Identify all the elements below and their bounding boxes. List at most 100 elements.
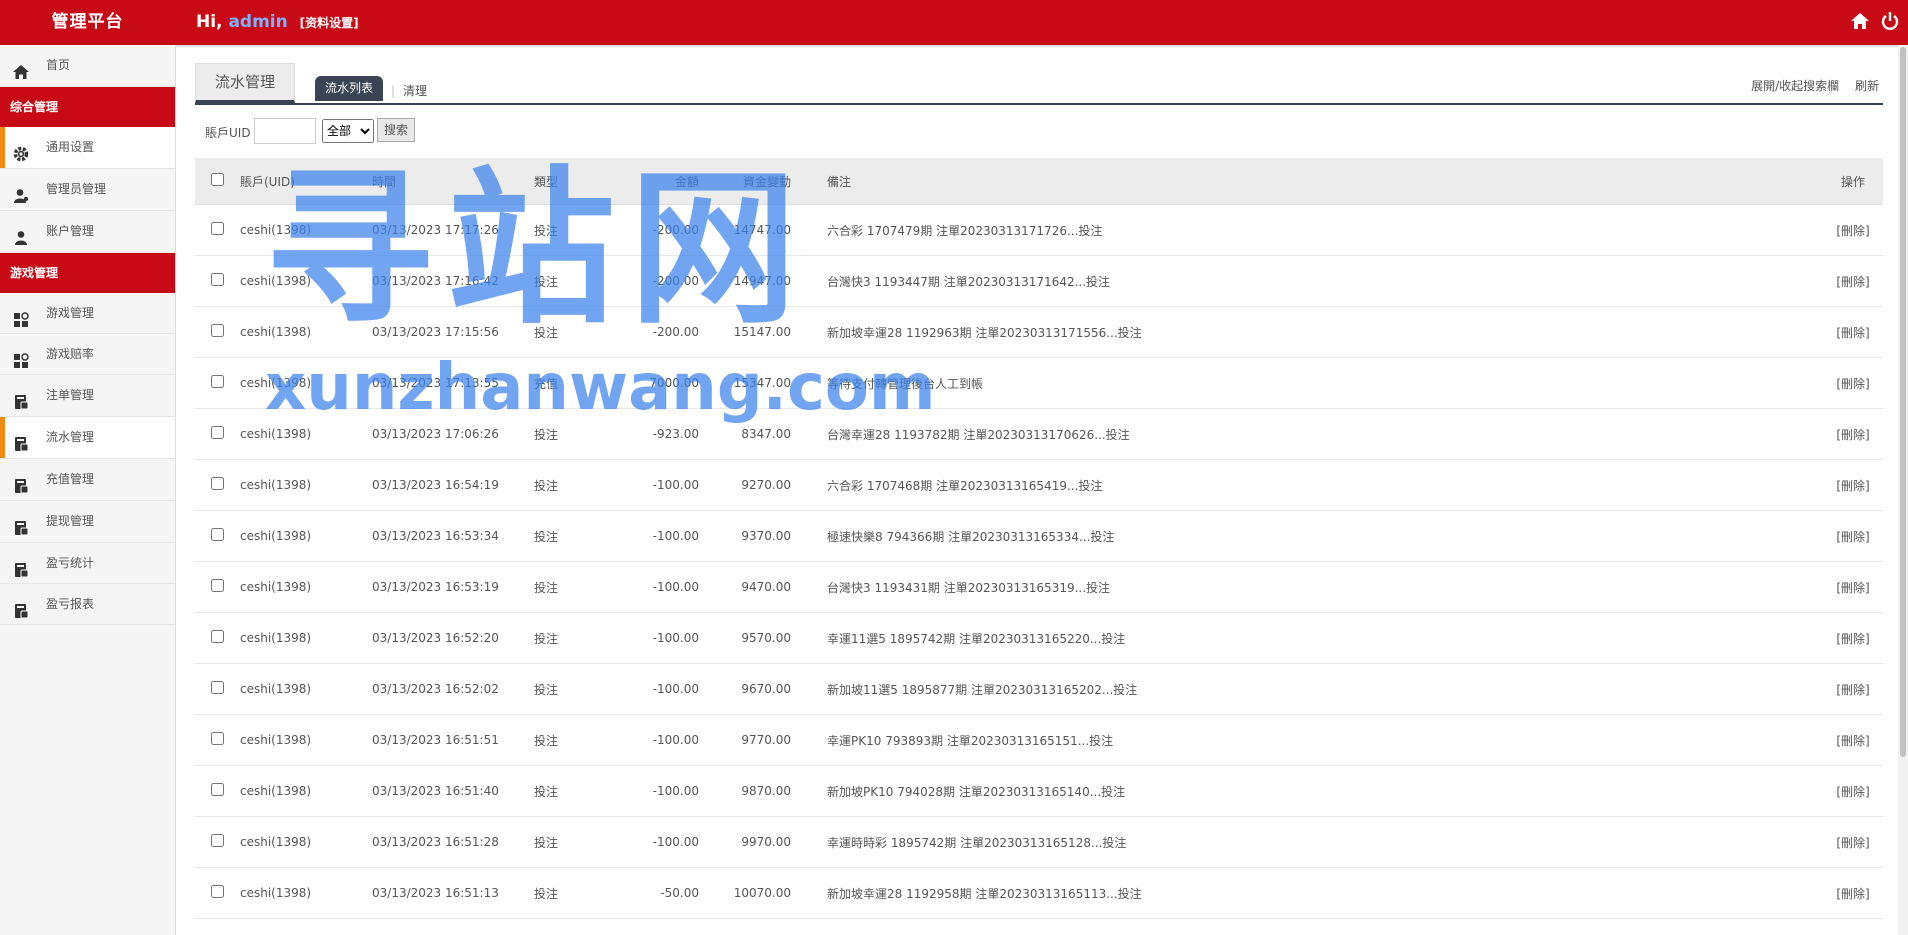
refresh-link[interactable]: 刷新 bbox=[1855, 79, 1879, 93]
table-row: ceshi(1398) 03/13/2023 16:51:28 投注 -100.00 9… bbox=[195, 816, 1883, 868]
cell-op: [刪除] bbox=[1823, 663, 1883, 715]
power-icon[interactable] bbox=[1880, 11, 1900, 31]
ledger-icon bbox=[12, 387, 30, 410]
toggle-search-link[interactable]: 展開/收起搜索欄 bbox=[1751, 79, 1839, 93]
row-checkbox[interactable] bbox=[211, 885, 224, 898]
select-all-checkbox[interactable] bbox=[211, 173, 224, 186]
delete-link[interactable]: [刪除] bbox=[1836, 581, 1869, 595]
delete-link[interactable]: [刪除] bbox=[1836, 683, 1869, 697]
cell-amount: -100.00 bbox=[629, 459, 699, 511]
cell-balance: 9970.00 bbox=[699, 816, 791, 868]
sidebar-item-account-management[interactable]: 账户管理 bbox=[0, 211, 175, 253]
cell-account: ceshi(1398) bbox=[240, 561, 372, 613]
row-select-cell bbox=[195, 306, 240, 358]
row-checkbox[interactable] bbox=[211, 528, 224, 541]
sidebar-item-withdraw-management[interactable]: 提现管理 bbox=[0, 501, 175, 543]
row-checkbox[interactable] bbox=[211, 783, 224, 796]
delete-link[interactable]: [刪除] bbox=[1836, 836, 1869, 850]
cell-op: [刪除] bbox=[1823, 255, 1883, 307]
cell-time: 03/13/2023 16:52:02 bbox=[372, 663, 534, 715]
delete-link[interactable]: [刪除] bbox=[1836, 377, 1869, 391]
tab-separator: | bbox=[391, 84, 396, 98]
tab-transaction-list[interactable]: 流水列表 bbox=[315, 76, 384, 101]
cell-account: ceshi(1398) bbox=[240, 714, 372, 766]
sidebar-item-game-odds[interactable]: 游戏赔率 bbox=[0, 334, 175, 375]
row-checkbox[interactable] bbox=[211, 375, 224, 388]
table-row: ceshi(1398) 03/13/2023 16:51:13 投注 -50.00 10… bbox=[195, 867, 1883, 919]
ledger-icon bbox=[12, 429, 30, 452]
sidebar-item-general-settings[interactable]: 通用设置 bbox=[0, 127, 175, 169]
cell-type: 投注 bbox=[534, 459, 629, 511]
row-select-cell bbox=[195, 765, 240, 817]
profile-settings-link[interactable]: [资料设置] bbox=[300, 16, 359, 30]
cell-note: 等待支付轉管理後台人工到帳 bbox=[791, 357, 1823, 409]
sidebar-item-label: 注单管理 bbox=[46, 388, 95, 402]
sidebar-item-profit-stats[interactable]: 盈亏统计 bbox=[0, 543, 175, 584]
type-select[interactable]: 全部 bbox=[322, 119, 374, 143]
cell-note: 幸運時時彩 1895742期 注單20230313165128...投注 bbox=[791, 816, 1823, 868]
row-select-cell bbox=[195, 663, 240, 715]
row-checkbox[interactable] bbox=[211, 732, 224, 745]
delete-link[interactable]: [刪除] bbox=[1836, 632, 1869, 646]
delete-link[interactable]: [刪除] bbox=[1836, 326, 1869, 340]
cell-type: 投注 bbox=[534, 204, 629, 256]
scrollbar-thumb[interactable] bbox=[1900, 47, 1906, 757]
sidebar-item-label: 提现管理 bbox=[46, 514, 95, 528]
table-row: ceshi(1398) 03/13/2023 16:53:34 投注 -100.00 9… bbox=[195, 510, 1883, 562]
sidebar-item-admin-management[interactable]: 管理员管理 bbox=[0, 169, 175, 211]
delete-link[interactable]: [刪除] bbox=[1836, 530, 1869, 544]
page-scrollbar[interactable] bbox=[1898, 45, 1908, 935]
cell-op: [刪除] bbox=[1823, 816, 1883, 868]
row-checkbox[interactable] bbox=[211, 834, 224, 847]
delete-link[interactable]: [刪除] bbox=[1836, 785, 1869, 799]
account-uid-input[interactable] bbox=[254, 118, 316, 144]
row-checkbox[interactable] bbox=[211, 273, 224, 286]
row-select-cell bbox=[195, 357, 240, 409]
table-row: ceshi(1398) 03/13/2023 16:51:51 投注 -100.00 9… bbox=[195, 714, 1883, 766]
sidebar-item-transaction-management[interactable]: 流水管理 bbox=[0, 417, 175, 459]
cell-account: ceshi(1398) bbox=[240, 867, 372, 919]
cell-type: 投注 bbox=[534, 561, 629, 613]
row-checkbox[interactable] bbox=[211, 579, 224, 592]
tab-transaction-management[interactable]: 流水管理 bbox=[195, 63, 295, 103]
row-checkbox[interactable] bbox=[211, 681, 224, 694]
row-checkbox[interactable] bbox=[211, 630, 224, 643]
sidebar-item-profit-report[interactable]: 盈亏报表 bbox=[0, 584, 175, 625]
cell-time: 03/13/2023 17:15:56 bbox=[372, 306, 534, 358]
delete-link[interactable]: [刪除] bbox=[1836, 428, 1869, 442]
cell-amount: 7000.00 bbox=[629, 357, 699, 409]
row-checkbox[interactable] bbox=[211, 426, 224, 439]
row-select-cell bbox=[195, 204, 240, 256]
delete-link[interactable]: [刪除] bbox=[1836, 479, 1869, 493]
ledger-icon bbox=[12, 471, 30, 494]
cell-note: 新加坡幸運28 1192958期 注單20230313165113...投注 bbox=[791, 867, 1823, 919]
cell-op: [刪除] bbox=[1823, 357, 1883, 409]
ledger-icon bbox=[12, 513, 30, 536]
cell-time: 03/13/2023 16:54:19 bbox=[372, 459, 534, 511]
home-icon[interactable] bbox=[1850, 11, 1870, 31]
account-uid-label: 賬戶UID bbox=[205, 126, 251, 140]
sidebar-item-recharge-management[interactable]: 充值管理 bbox=[0, 459, 175, 501]
tab-clean[interactable]: 清理 bbox=[403, 82, 427, 99]
sidebar-item-label: 盈亏报表 bbox=[46, 597, 95, 611]
table-row: ceshi(1398) 03/13/2023 16:52:20 投注 -100.00 9… bbox=[195, 612, 1883, 664]
header-icons bbox=[1850, 11, 1900, 35]
delete-link[interactable]: [刪除] bbox=[1836, 224, 1869, 238]
row-checkbox[interactable] bbox=[211, 477, 224, 490]
delete-link[interactable]: [刪除] bbox=[1836, 734, 1869, 748]
row-checkbox[interactable] bbox=[211, 222, 224, 235]
delete-link[interactable]: [刪除] bbox=[1836, 887, 1869, 901]
cell-note: 幸運PK10 793893期 注單20230313165151...投注 bbox=[791, 714, 1823, 766]
search-button[interactable]: 搜索 bbox=[377, 118, 415, 142]
cell-account: ceshi(1398) bbox=[240, 459, 372, 511]
row-checkbox[interactable] bbox=[211, 324, 224, 337]
cell-op: [刪除] bbox=[1823, 612, 1883, 664]
sidebar-item-bet-management[interactable]: 注单管理 bbox=[0, 375, 175, 417]
cell-balance: 9370.00 bbox=[699, 510, 791, 562]
sidebar-item-game-management[interactable]: 游戏管理 bbox=[0, 293, 175, 334]
delete-link[interactable]: [刪除] bbox=[1836, 275, 1869, 289]
cell-note: 幸運11選5 1895742期 注單20230313165220...投注 bbox=[791, 612, 1823, 664]
sidebar-item-home[interactable]: 首页 bbox=[0, 45, 175, 87]
sidebar-item-label: 游戏管理 bbox=[46, 306, 95, 320]
cell-amount: -200.00 bbox=[629, 255, 699, 307]
